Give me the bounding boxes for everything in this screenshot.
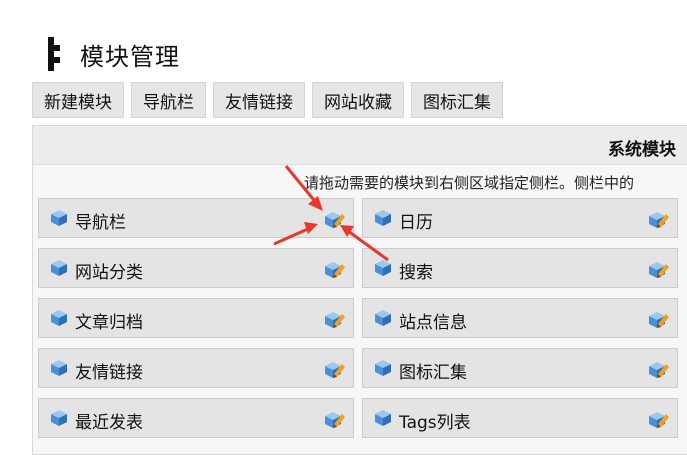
arrow-from-top bbox=[284, 165, 323, 211]
arrow-from-right bbox=[340, 225, 389, 262]
arrow-from-left bbox=[273, 222, 318, 246]
annotation-arrows bbox=[273, 165, 389, 262]
